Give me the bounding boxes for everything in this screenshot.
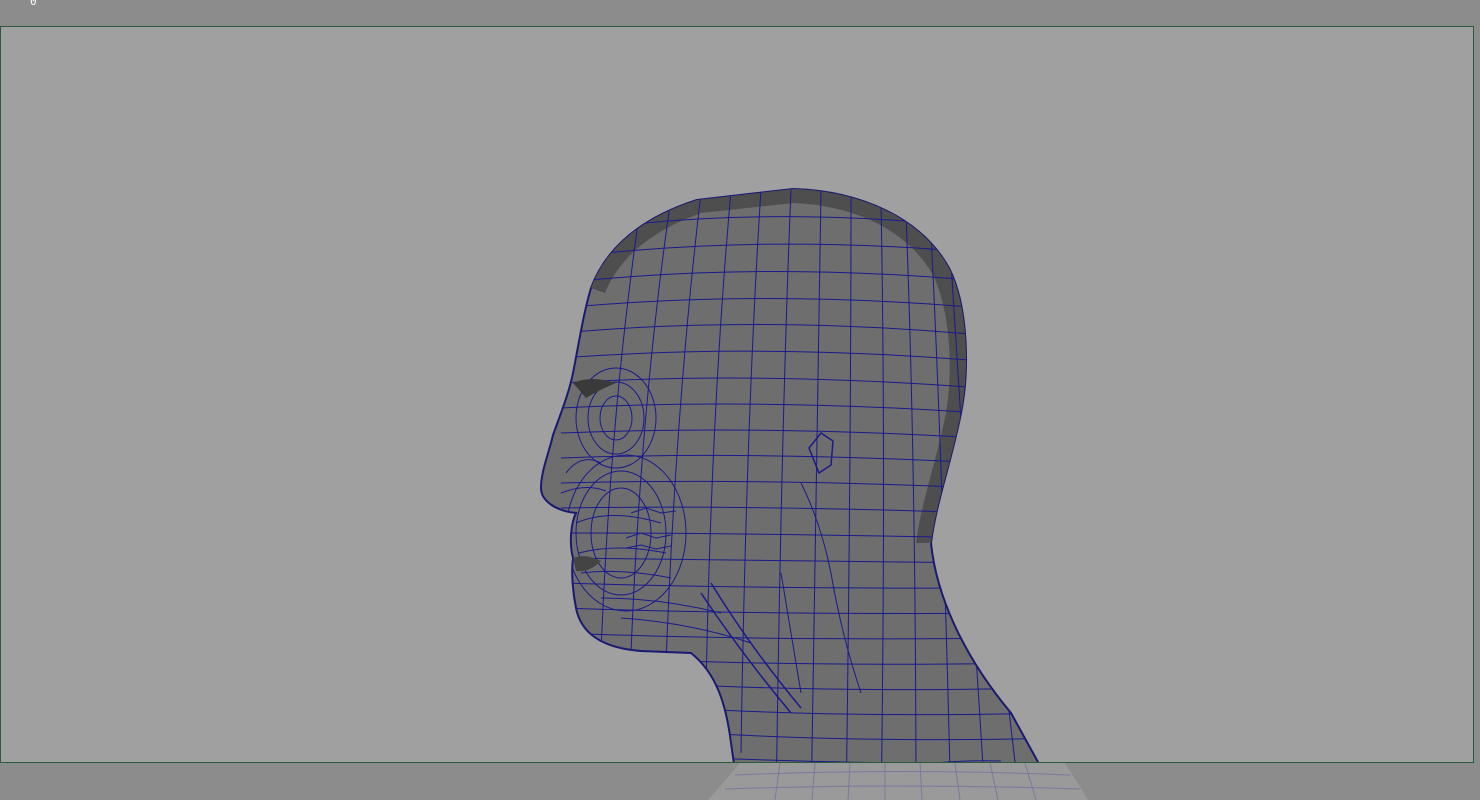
- outside-gate-area: [0, 763, 1480, 800]
- resolution-gate[interactable]: [0, 26, 1474, 763]
- head-mesh[interactable]: [1, 27, 1473, 762]
- maya-viewport[interactable]: 0: [0, 0, 1480, 800]
- head-silhouette: [539, 187, 1040, 762]
- viewport-corner-marker: 0: [30, 0, 37, 8]
- mesh-outside-gate: [708, 763, 1088, 800]
